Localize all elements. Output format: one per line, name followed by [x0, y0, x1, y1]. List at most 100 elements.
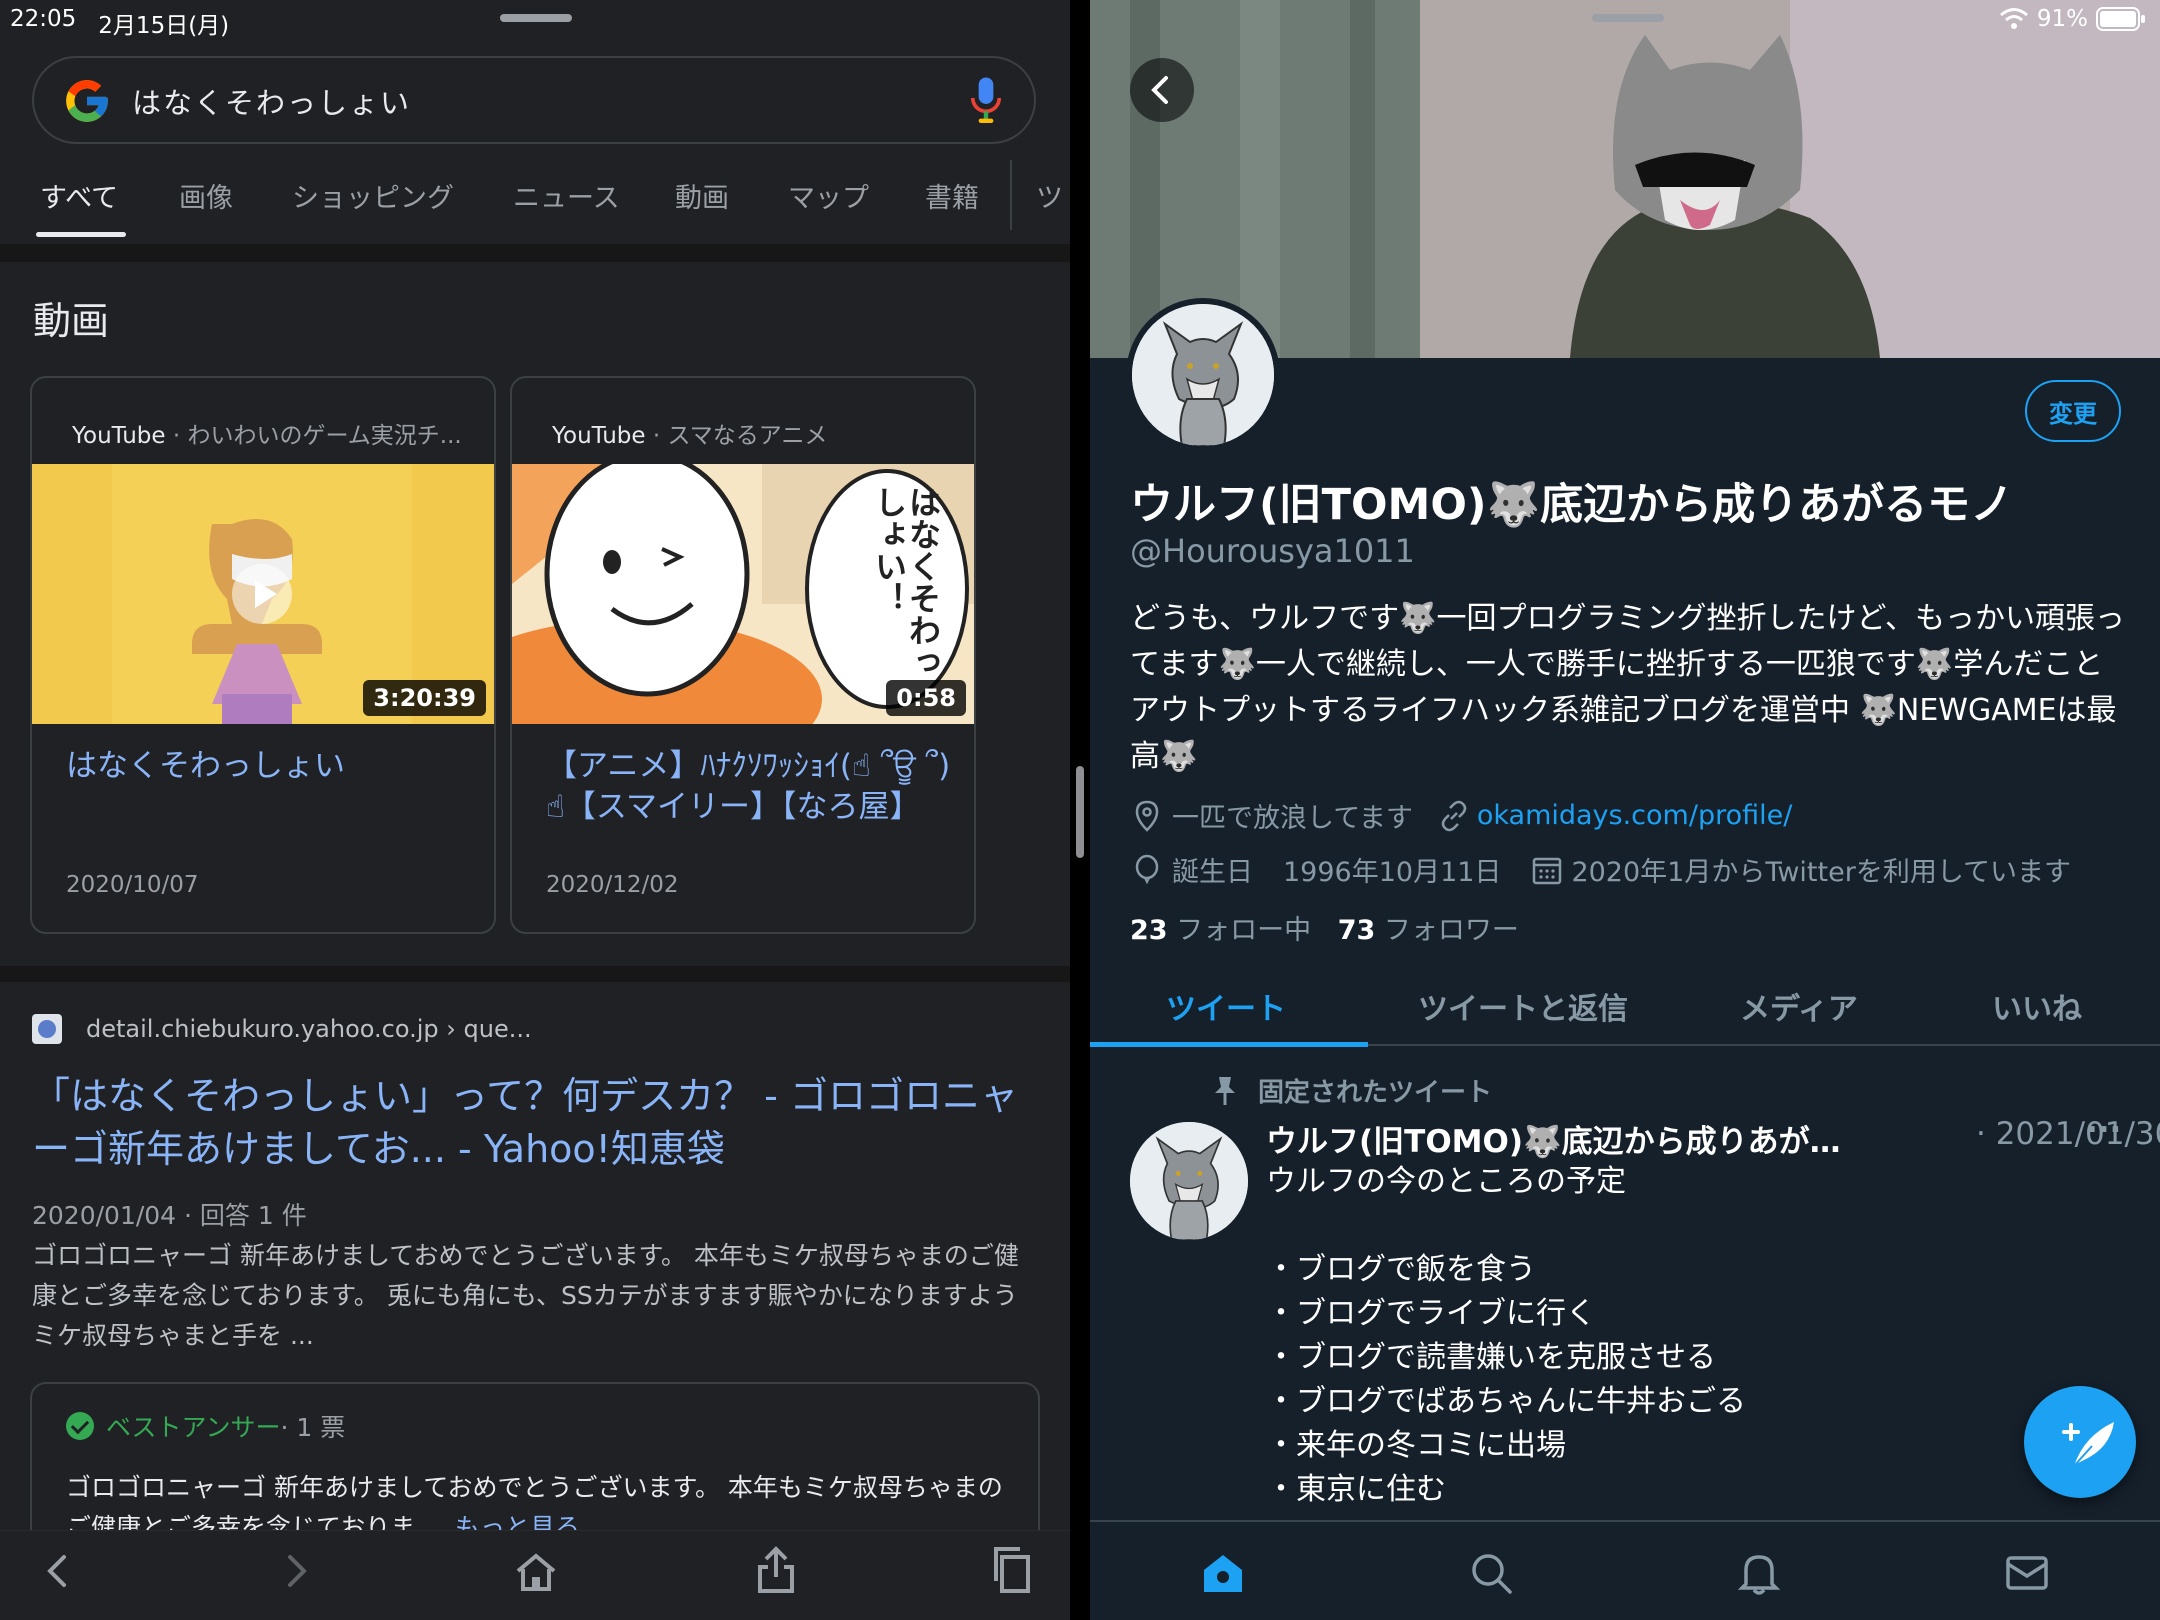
home-icon[interactable]: [1200, 1550, 1246, 1596]
notifications-bell-icon[interactable]: [1736, 1550, 1782, 1596]
multitask-grabber[interactable]: [1592, 14, 1664, 22]
video-title[interactable]: 【アニメ】ﾊﾅｸｿﾜｯｼｮｲ(☝ ՞ਊ ՞)☝【スマイリー】【なろ屋】: [546, 746, 956, 828]
birthday-value: 1996年10月11日: [1283, 857, 1502, 888]
play-icon[interactable]: [230, 562, 294, 626]
pinned-label-text: 固定されたツイート: [1258, 1078, 1493, 1108]
site-favicon-icon: [32, 1014, 62, 1044]
tab-all[interactable]: すべて: [40, 176, 118, 215]
multitask-grabber[interactable]: [500, 14, 572, 22]
share-icon[interactable]: [754, 1545, 798, 1595]
active-tab-indicator: [1090, 1042, 1368, 1047]
search-tabs: すべて 画像 ショッピング ニュース 動画 マップ 書籍 ツ: [0, 160, 1070, 240]
profile-tabs: ツイート ツイートと返信 メディア いいね: [1090, 970, 2160, 1047]
profile-website-link[interactable]: okamidays.com/profile/: [1477, 800, 1792, 831]
video-title[interactable]: はなくそわっしょい: [66, 746, 476, 787]
battery-icon: [2096, 7, 2145, 31]
browser-toolbar: [0, 1530, 1070, 1620]
profile-avatar[interactable]: [1126, 298, 1280, 452]
check-circle-icon: [66, 1412, 94, 1440]
video-channel: · スマなるアニメ: [645, 423, 828, 449]
tab-media[interactable]: メディア: [1740, 984, 1858, 1028]
video-duration: 0:58: [886, 680, 966, 716]
result-snippet: ゴロゴロニャーゴ 新年あけましておめでとうございます。 本年もミケ叔母ちゃまのご…: [32, 1241, 1019, 1350]
google-logo-icon: [66, 80, 108, 122]
video-date: 2020/12/02: [546, 872, 679, 898]
split-view-divider[interactable]: [1070, 0, 1090, 1620]
split-view-handle[interactable]: [1076, 766, 1084, 858]
status-bar-left: 22:05 2月15日(月): [10, 6, 229, 40]
profile-location-row: 一匹で放浪してます okamidays.com/profile/: [1130, 796, 1792, 835]
status-time: 22:05: [10, 6, 77, 32]
tab-books[interactable]: 書籍: [925, 176, 979, 215]
following-label: フォロー中: [1167, 915, 1312, 946]
status-bar-right: 91%: [1999, 6, 2146, 32]
google-search-pane: 22:05 2月15日(月) はなくそわっしょい すべて 画像 ショッピング ニ…: [0, 0, 1070, 1620]
tab-more[interactable]: ツ: [1036, 176, 1063, 215]
location-pin-icon: [1135, 800, 1159, 832]
videos-section-title: 動画: [33, 299, 110, 343]
twitter-profile-pane: 91% 変更 ウルフ(旧TOMO)🐺底辺から成りあがるモノ @Hourousya…: [1090, 0, 2160, 1620]
tweet-line: ・来年の冬コミに出場: [1266, 1428, 1566, 1463]
result-url[interactable]: detail.chiebukuro.yahoo.co.jp › que...: [86, 1015, 532, 1043]
search-icon[interactable]: [1468, 1550, 1514, 1596]
tweet-body[interactable]: ウルフの今のところの予定 ・ブログで飯を食う ・ブログでライブに行く ・ブログで…: [1266, 1160, 2126, 1512]
result-meta: 2020/01/04 · 回答 1 件: [32, 1201, 307, 1230]
video-source-site: YouTube: [552, 423, 646, 449]
battery-percent: 91%: [2036, 6, 2088, 32]
microphone-icon[interactable]: [968, 76, 1004, 126]
tab-news[interactable]: ニュース: [513, 176, 620, 215]
calendar-icon: [1533, 857, 1562, 884]
active-tab-indicator: [36, 232, 126, 237]
profile-banner[interactable]: 91%: [1090, 0, 2160, 358]
profile-bio: どうも、ウルフです🐺一回プログラミング挫折したけど、もっかい頑張ってます🐺一人で…: [1130, 601, 2125, 774]
following-count: 23: [1130, 915, 1168, 946]
video-card-2[interactable]: YouTube · スマなるアニメ はなくそわっしょい！ 0:58 【アニメ】ﾊ…: [510, 376, 976, 934]
section-separator: [0, 244, 1070, 262]
tweet-line: ・ブログでライブに行く: [1266, 1296, 1596, 1331]
followers-count: 73: [1337, 915, 1376, 946]
profile-dates-row: 誕生日 1996年10月11日 2020年1月からTwitterを利用しています: [1130, 850, 2071, 889]
birthday-label: 誕生日: [1172, 857, 1253, 888]
pinned-tweet-label: 固定されたツイート: [1210, 1072, 1492, 1109]
tabs-icon[interactable]: [990, 1545, 1034, 1595]
profile-name: ウルフ(旧TOMO)🐺底辺から成りあがるモノ: [1130, 480, 2014, 530]
search-bar[interactable]: はなくそわっしょい: [32, 56, 1036, 144]
followers-link[interactable]: 73 フォロワー: [1338, 915, 1519, 946]
tweet-more-button[interactable]: ···: [2086, 1112, 2121, 1148]
status-date: 2月15日(月): [98, 13, 230, 39]
tweet-date[interactable]: · 2021/01/30: [1976, 1116, 2160, 1152]
tweet-header: ウルフ(旧TOMO)🐺底辺から成りあが… · 2021/01/30 ···: [1266, 1112, 2160, 1161]
back-arrow-icon[interactable]: [40, 1551, 76, 1591]
pin-icon: [1215, 1076, 1235, 1105]
compose-tweet-button[interactable]: [2024, 1386, 2136, 1498]
home-icon[interactable]: [512, 1551, 560, 1595]
result-title-link[interactable]: 「はなくそわっしょい」って？何デスカ？ - ゴロゴロニャーゴ新年あけましてお..…: [32, 1070, 1042, 1176]
tweet-line: ウルフの今のところの予定: [1266, 1164, 1626, 1199]
thumbnail-speech-text: はなくそわっしょい！: [870, 486, 942, 678]
edit-profile-button[interactable]: 変更: [2025, 380, 2121, 442]
tab-tweets[interactable]: ツイート: [1166, 984, 1286, 1028]
video-source: YouTube · わいわいのゲーム実況チ...: [72, 416, 462, 450]
tweet-avatar[interactable]: [1130, 1122, 1248, 1240]
following-link[interactable]: 23 フォロー中: [1130, 915, 1311, 946]
tweet-line: ・ブログで読書嫌いを克服させる: [1266, 1340, 1716, 1375]
tab-maps[interactable]: マップ: [788, 176, 869, 215]
search-query[interactable]: はなくそわっしょい: [132, 80, 411, 122]
tweet-author-name[interactable]: ウルフ(旧TOMO)🐺底辺から成りあが…: [1266, 1124, 1841, 1160]
messages-envelope-icon[interactable]: [2004, 1550, 2050, 1596]
tab-shopping[interactable]: ショッピング: [292, 176, 454, 215]
back-button[interactable]: [1130, 58, 1194, 122]
tab-images[interactable]: 画像: [179, 176, 233, 215]
best-answer-label: ベストアンサー: [106, 1413, 281, 1442]
tab-likes[interactable]: いいね: [1992, 984, 2082, 1028]
forward-arrow-icon[interactable]: [278, 1551, 314, 1591]
video-card-1[interactable]: YouTube · わいわいのゲーム実況チ... 3:20:39 はなくそわっし…: [30, 376, 496, 934]
video-thumbnail[interactable]: はなくそわっしょい！ 0:58: [512, 464, 974, 724]
tab-videos[interactable]: 動画: [675, 176, 729, 215]
banner-image: [1090, 0, 2160, 358]
tab-tweets-replies[interactable]: ツイートと返信: [1418, 984, 1628, 1028]
video-duration: 3:20:39: [363, 680, 486, 716]
video-thumbnail[interactable]: 3:20:39: [32, 464, 494, 724]
tweet-line: ・東京に住む: [1266, 1472, 1446, 1507]
result-source[interactable]: detail.chiebukuro.yahoo.co.jp › que...: [32, 1014, 532, 1044]
